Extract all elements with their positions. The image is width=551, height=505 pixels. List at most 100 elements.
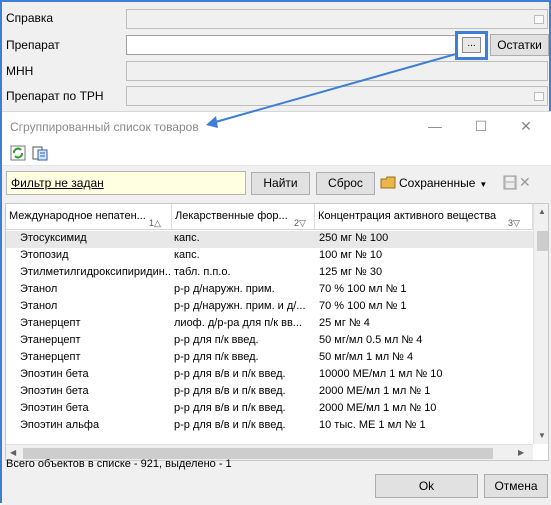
cell-inn: Этанол [20, 300, 58, 312]
table-row[interactable]: Эпоэтин бета р-р для в/в и п/к введ. 200… [6, 384, 533, 401]
export-icon[interactable] [32, 145, 48, 161]
table-row[interactable]: Этилметилгидроксипиридин... табл. п.п.о.… [6, 265, 533, 282]
cell-concentration: 50 мг/мл 1 мл № 4 [319, 351, 414, 363]
table-row[interactable]: Эпоэтин бета р-р для в/в и п/к введ. 200… [6, 401, 533, 418]
cell-concentration: 2000 МЕ/мл 1 мл № 1 [319, 385, 431, 397]
status-text: Всего объектов в списке - 921, выделено … [6, 458, 232, 470]
cell-form: р-р для в/в и п/к введ. [174, 368, 286, 380]
cell-inn: Эпоэтин бета [20, 402, 89, 414]
cell-inn: Этанерцепт [20, 351, 81, 363]
folder-icon [380, 176, 396, 189]
cell-inn: Этанерцепт [20, 334, 81, 346]
scroll-left-icon[interactable]: ◀ [10, 448, 16, 457]
table-row[interactable]: Этанерцепт р-р для п/к введ. 50 мг/мл 0.… [6, 333, 533, 350]
cell-form: лиоф. д/р-ра для п/к вв... [174, 317, 302, 329]
ok-button[interactable]: Ok [375, 474, 478, 498]
cell-concentration: 10000 МЕ/мл 1 мл № 10 [319, 368, 443, 380]
cell-form: капс. [174, 249, 200, 261]
sort-3-icon: 3▽ [508, 218, 520, 228]
dialog-title: Сгруппированный список товаров [10, 120, 199, 134]
cell-inn: Этилметилгидроксипиридин... [20, 266, 170, 278]
table-row[interactable]: Этанерцепт лиоф. д/р-ра для п/к вв... 25… [6, 316, 533, 333]
cell-concentration: 250 мг № 100 [319, 232, 389, 244]
cell-concentration: 2000 МЕ/мл 1 мл № 10 [319, 402, 437, 414]
find-button[interactable]: Найти [251, 172, 310, 195]
table-row[interactable]: Этанол р-р д/наружн. прим. и д/... 70 % … [6, 299, 533, 316]
field-square-icon [534, 15, 544, 24]
window-frame: Справка Препарат ... Остатки МНН Препара… [0, 0, 551, 505]
cell-inn: Эпоэтин альфа [20, 419, 100, 431]
table-row[interactable]: Эпоэтин бета р-р для в/в и п/к введ. 100… [6, 367, 533, 384]
cell-form: р-р д/наружн. прим. [174, 283, 275, 295]
preparat-field[interactable] [126, 35, 458, 55]
cell-concentration: 125 мг № 30 [319, 266, 383, 278]
cell-inn: Этосуксимид [20, 232, 87, 244]
table-row[interactable]: Этосуксимид капс. 250 мг № 100 [6, 231, 533, 248]
saved-label: Сохраненные [399, 176, 476, 190]
preparat-trn-field[interactable] [126, 86, 548, 106]
dialog-titlebar: Сгруппированный список товаров — ☐ ✕ [2, 112, 551, 142]
cell-inn: Этанол [20, 283, 58, 295]
cell-form: капс. [174, 232, 200, 244]
cell-concentration: 50 мг/мл 0.5 мл № 4 [319, 334, 423, 346]
scroll-right-icon[interactable]: ▶ [518, 448, 524, 457]
cell-form: р-р для в/в и п/к введ. [174, 385, 286, 397]
reset-button[interactable]: Сброс [316, 172, 375, 195]
cell-form: р-р для в/в и п/к введ. [174, 419, 286, 431]
cell-inn: Эпоэтин бета [20, 368, 89, 380]
sort-2-icon: 2▽ [294, 218, 306, 228]
cell-concentration: 100 мг № 10 [319, 249, 383, 261]
cell-concentration: 25 мг № 4 [319, 317, 370, 329]
field-square-icon [534, 92, 544, 101]
cell-form: р-р для п/к введ. [174, 334, 259, 346]
sort-1-icon: 1△ [149, 218, 161, 228]
items-grid[interactable]: Международное непатен... 1△ Лекарственны… [5, 203, 549, 461]
cell-inn: Этанерцепт [20, 317, 81, 329]
column-header-concentration[interactable]: Концентрация активного вещества 3▽ [315, 204, 533, 230]
delete-filter-icon[interactable]: ✕ [519, 174, 531, 191]
refresh-icon[interactable] [10, 145, 26, 161]
dropdown-arrow-icon: ▼ [479, 180, 488, 189]
table-row[interactable]: Этопозид капс. 100 мг № 10 [6, 248, 533, 265]
column-header-inn[interactable]: Международное непатен... 1△ [6, 204, 172, 230]
cancel-button[interactable]: Отмена [484, 474, 548, 498]
label-spravka: Справка [6, 11, 54, 25]
spravka-field[interactable] [126, 9, 548, 29]
filter-link[interactable]: Фильтр не задан [6, 171, 246, 195]
saved-filters-button[interactable]: Сохраненные ▼ [380, 172, 487, 194]
lookup-button[interactable]: ... [462, 37, 481, 53]
scroll-down-icon[interactable]: ▼ [538, 431, 546, 440]
vertical-scrollbar[interactable]: ▲ ▼ [533, 204, 548, 444]
label-preparat-trn: Препарат по ТРН [6, 89, 104, 103]
scroll-up-icon[interactable]: ▲ [538, 207, 546, 216]
table-row[interactable]: Эпоэтин альфа р-р для в/в и п/к введ. 10… [6, 418, 533, 435]
maximize-icon[interactable]: ☐ [473, 118, 489, 134]
column-concentration-label: Концентрация активного вещества [318, 210, 497, 222]
ostatki-button[interactable]: Остатки [490, 34, 549, 56]
column-header-form[interactable]: Лекарственные фор... 2▽ [172, 204, 315, 230]
grouped-list-dialog: Сгруппированный список товаров — ☐ ✕ Фил… [2, 111, 551, 505]
vertical-scroll-thumb[interactable] [537, 231, 548, 251]
table-row[interactable]: Этанол р-р д/наружн. прим. 70 % 100 мл №… [6, 282, 533, 299]
cell-concentration: 70 % 100 мл № 1 [319, 283, 407, 295]
cell-form: р-р для п/к введ. [174, 351, 259, 363]
label-mnn: МНН [6, 64, 34, 78]
cell-form: р-р для в/в и п/к введ. [174, 402, 286, 414]
cell-inn: Этопозид [20, 249, 69, 261]
close-icon[interactable]: ✕ [518, 118, 534, 134]
dialog-toolbar [2, 142, 551, 166]
filter-row: Фильтр не задан Найти Сброс Сохраненные ▼… [2, 167, 551, 201]
mnn-field[interactable] [126, 61, 548, 81]
lookup-highlight: ... [455, 31, 488, 60]
minimize-icon[interactable]: — [427, 118, 443, 134]
table-row[interactable]: Этанерцепт р-р для п/к введ. 50 мг/мл 1 … [6, 350, 533, 367]
cell-form: р-р д/наружн. прим. и д/... [174, 300, 306, 312]
column-inn-label: Международное непатен... [9, 210, 146, 222]
cell-concentration: 70 % 100 мл № 1 [319, 300, 407, 312]
grid-header: Международное непатен... 1△ Лекарственны… [6, 204, 548, 230]
cell-concentration: 10 тыс. МЕ 1 мл № 1 [319, 419, 426, 431]
column-form-label: Лекарственные фор... [175, 210, 288, 222]
save-filter-icon[interactable] [503, 175, 517, 190]
cell-form: табл. п.п.о. [174, 266, 231, 278]
cell-inn: Эпоэтин бета [20, 385, 89, 397]
